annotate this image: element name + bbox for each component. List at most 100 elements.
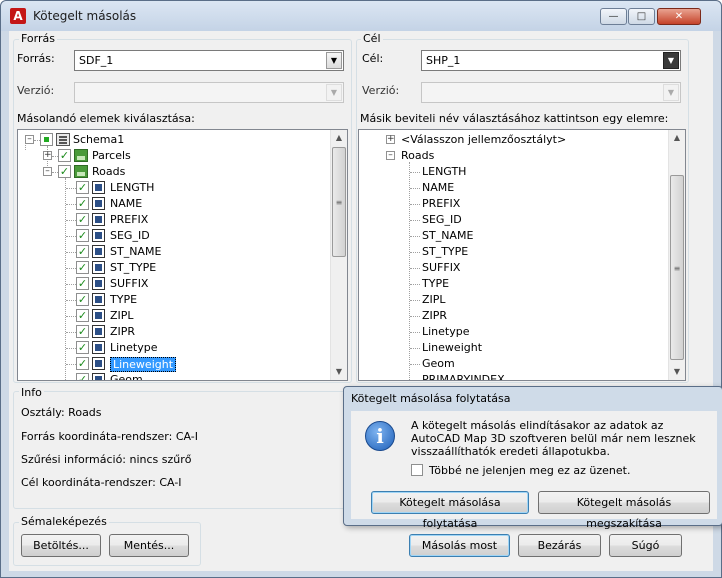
expand-icon[interactable]: +: [386, 135, 395, 144]
scroll-up-icon[interactable]: ▲: [331, 130, 347, 146]
tree-node-field[interactable]: SUFFIX: [359, 260, 659, 276]
tree-node-field[interactable]: SEG_ID: [359, 212, 659, 228]
tree-node-field[interactable]: TYPE: [359, 276, 659, 292]
tree-node-field[interactable]: Geom: [359, 356, 659, 372]
tree-node-field[interactable]: ✓ ST_TYPE: [18, 260, 318, 276]
tree-node-label: Lineweight: [422, 341, 483, 354]
tree-node-field[interactable]: ✓ SUFFIX: [18, 276, 318, 292]
tree-checkbox[interactable]: ✓: [76, 325, 89, 338]
tree-node-field[interactable]: Lineweight: [359, 340, 659, 356]
target-cel-value: SHP_1: [426, 54, 461, 67]
cancel-copy-button[interactable]: Kötegelt másolás megszakítása: [538, 491, 710, 530]
tree-node-field[interactable]: ✓ Linetype: [18, 340, 318, 356]
tree-node-label: ZIPR: [422, 309, 448, 322]
tree-checkbox[interactable]: ✓: [58, 165, 71, 178]
tree-node-field[interactable]: ✓ ZIPL: [18, 308, 318, 324]
continue-dialog: Kötegelt másolása folytatása i A kötegel…: [343, 386, 722, 530]
target-tree[interactable]: + <Válasszon jellemzőosztályt> – Roads L…: [358, 129, 686, 381]
tree-guide: [410, 284, 420, 285]
tree-guide: [410, 236, 420, 237]
tree-guide: [66, 364, 76, 365]
help-button[interactable]: Súgó: [609, 534, 682, 557]
target-tree-scrollbar[interactable]: ▲ ≡ ▼: [668, 130, 685, 380]
tree-node-label: NAME: [110, 197, 143, 210]
tree-node-roads[interactable]: – ✓ Roads: [18, 164, 318, 180]
source-forras-select[interactable]: SDF_1 ▼: [74, 50, 344, 71]
tree-guide: [410, 300, 420, 301]
tree-checkbox[interactable]: ✓: [76, 293, 89, 306]
tree-guide: [410, 172, 420, 173]
tree-checkbox[interactable]: ✓: [76, 277, 89, 290]
tree-node-field[interactable]: ✓ ZIPR: [18, 324, 318, 340]
scroll-down-icon[interactable]: ▼: [331, 364, 347, 380]
target-group-label: Cél: [361, 32, 383, 45]
tree-node-field[interactable]: ZIPR: [359, 308, 659, 324]
title-bar[interactable]: A Kötegelt másolás — □ ✕: [1, 1, 721, 31]
tree-guide: [66, 284, 76, 285]
tree-node-field[interactable]: ✓ NAME: [18, 196, 318, 212]
continue-copy-button[interactable]: Kötegelt másolása folytatása: [371, 491, 529, 530]
tree-node-roads-target[interactable]: – Roads: [359, 148, 659, 164]
collapse-icon[interactable]: –: [386, 151, 395, 160]
tree-node-field[interactable]: PRIMARYINDEX: [359, 372, 659, 380]
maximize-button[interactable]: □: [628, 8, 655, 25]
tree-checkbox[interactable]: ✓: [76, 197, 89, 210]
source-verzio-select[interactable]: ▼: [74, 82, 344, 103]
tree-node-field[interactable]: ZIPL: [359, 292, 659, 308]
target-verzio-select[interactable]: ▼: [421, 82, 681, 103]
expand-icon[interactable]: +: [43, 151, 52, 160]
source-elements-label: Másolandó elemek kiválasztása:: [17, 112, 195, 125]
tree-checkbox[interactable]: ✓: [76, 261, 89, 274]
tree-checkbox[interactable]: ✓: [76, 357, 89, 370]
tree-node-field[interactable]: ST_TYPE: [359, 244, 659, 260]
tree-node-field[interactable]: ST_NAME: [359, 228, 659, 244]
tree-checkbox[interactable]: ✓: [58, 149, 71, 162]
tree-checkbox[interactable]: ✓: [76, 213, 89, 226]
tree-node-label: Parcels: [92, 149, 131, 162]
tree-node-label: Linetype: [110, 341, 158, 354]
tree-guide: [66, 204, 76, 205]
target-elements-label: Másik beviteli név választásához kattint…: [360, 112, 669, 125]
tree-node-field[interactable]: ✓ Geom: [18, 372, 318, 380]
tree-node-field[interactable]: ✓ Lineweight: [18, 356, 318, 372]
scroll-up-icon[interactable]: ▲: [669, 130, 685, 146]
tree-node-field[interactable]: NAME: [359, 180, 659, 196]
tree-node-parcels[interactable]: + ✓ Parcels: [18, 148, 318, 164]
collapse-icon[interactable]: –: [25, 135, 34, 144]
scroll-thumb[interactable]: ≡: [332, 147, 346, 257]
source-tree-scrollbar[interactable]: ▲ ≡ ▼: [330, 130, 347, 380]
tree-node-field[interactable]: ✓ TYPE: [18, 292, 318, 308]
close-window-button[interactable]: ✕: [657, 8, 701, 25]
scroll-thumb[interactable]: ≡: [670, 175, 684, 360]
tree-node-field[interactable]: ✓ ST_NAME: [18, 244, 318, 260]
tree-node-field[interactable]: ✓ SEG_ID: [18, 228, 318, 244]
tree-node-schema[interactable]: – Schema1: [18, 132, 318, 148]
tree-checkbox[interactable]: ✓: [76, 229, 89, 242]
tree-checkbox[interactable]: ✓: [76, 341, 89, 354]
copy-now-button[interactable]: Másolás most: [409, 534, 510, 557]
source-tree[interactable]: – Schema1 + ✓ Parcels – ✓ Roads ✓ LENGTH…: [17, 129, 348, 381]
load-mapping-button[interactable]: Betöltés...: [21, 534, 101, 557]
tree-checkbox[interactable]: [40, 133, 53, 146]
tree-node-field[interactable]: PREFIX: [359, 196, 659, 212]
tree-node-field[interactable]: Linetype: [359, 324, 659, 340]
tree-node-field[interactable]: ✓ LENGTH: [18, 180, 318, 196]
close-button[interactable]: Bezárás: [518, 534, 601, 557]
tree-node-field[interactable]: ✓ PREFIX: [18, 212, 318, 228]
tree-node-field[interactable]: LENGTH: [359, 164, 659, 180]
tree-checkbox[interactable]: ✓: [76, 373, 89, 380]
tree-node-choose-class[interactable]: + <Válasszon jellemzőosztályt>: [359, 132, 659, 148]
dont-show-checkbox[interactable]: [411, 464, 423, 476]
tree-node-label: <Válasszon jellemzőosztályt>: [401, 133, 567, 146]
target-cel-select[interactable]: SHP_1 ▼: [421, 50, 681, 71]
tree-checkbox[interactable]: ✓: [76, 309, 89, 322]
tree-checkbox[interactable]: ✓: [76, 245, 89, 258]
save-mapping-button[interactable]: Mentés...: [109, 534, 189, 557]
chevron-down-icon: ▼: [663, 52, 679, 69]
info-target-crs: Cél koordináta-rendszer: CA-I: [21, 476, 182, 489]
minimize-button[interactable]: —: [600, 8, 627, 25]
tree-checkbox[interactable]: ✓: [76, 181, 89, 194]
feature-class-icon: [74, 149, 88, 162]
collapse-icon[interactable]: –: [43, 167, 52, 176]
scroll-down-icon[interactable]: ▼: [669, 364, 685, 380]
